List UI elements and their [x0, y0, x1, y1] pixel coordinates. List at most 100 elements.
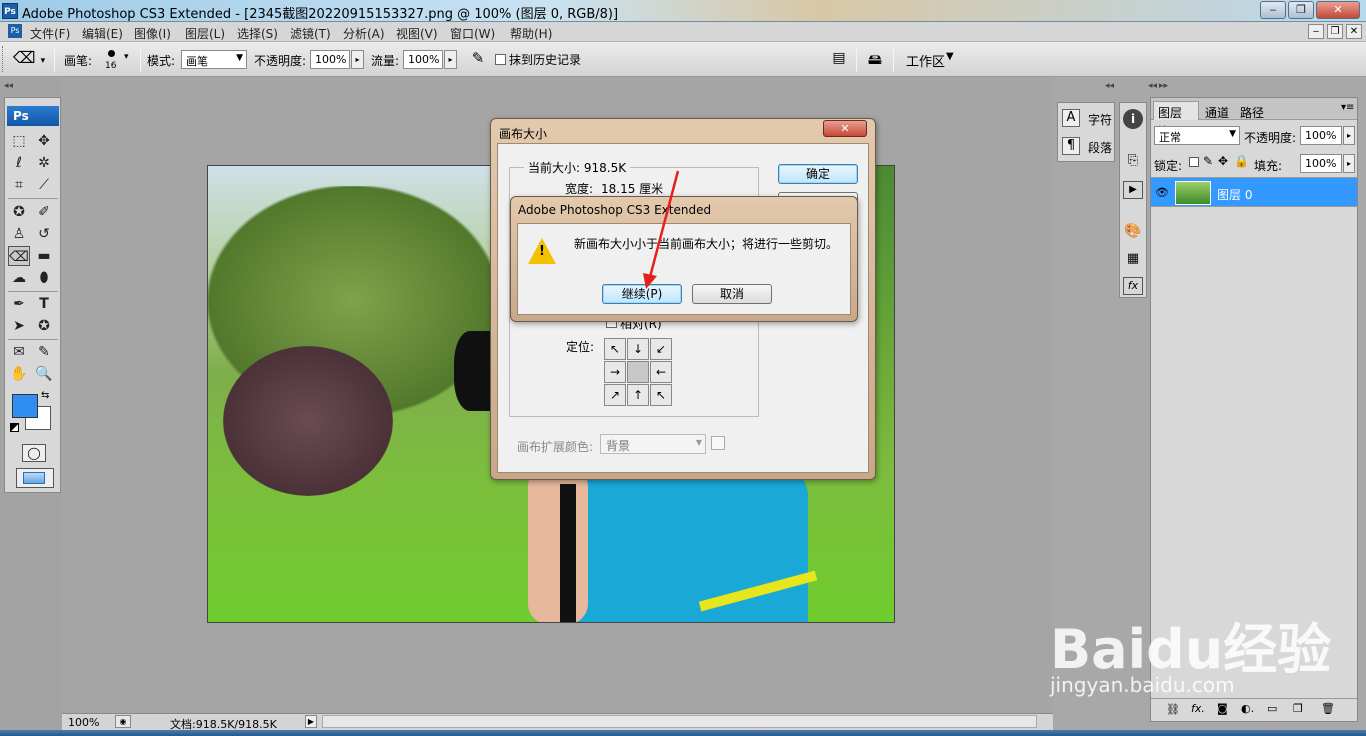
flow-slider-button[interactable]: ▸: [444, 50, 457, 69]
marquee-tool-icon[interactable]: ⬚: [8, 131, 30, 151]
zoom-preview-icon[interactable]: ◉: [115, 715, 131, 728]
layer-mask-icon[interactable]: ◙: [1217, 702, 1228, 715]
eraser-tool-icon[interactable]: ⌫: [8, 246, 30, 266]
restore-button[interactable]: ❐: [1288, 1, 1314, 19]
tab-paths[interactable]: 路径: [1240, 104, 1264, 121]
opacity-slider-button[interactable]: ▸: [351, 50, 364, 69]
minimize-button[interactable]: ‒: [1260, 1, 1286, 19]
menu-filter[interactable]: 滤镜(T): [290, 25, 331, 42]
paragraph-icon[interactable]: ¶: [1062, 137, 1080, 155]
link-layers-icon[interactable]: ⛓: [1166, 703, 1180, 716]
lock-pixels-icon[interactable]: ✎: [1203, 154, 1213, 168]
close-icon[interactable]: ✕: [823, 120, 867, 137]
collapse-arrows-icon[interactable]: ◂◂: [1105, 81, 1114, 91]
delete-layer-icon[interactable]: 🗑: [1321, 702, 1335, 715]
anchor-sw-icon[interactable]: ↗: [604, 384, 626, 406]
slice-tool-icon[interactable]: ⟋: [33, 175, 55, 195]
workspace-menu[interactable]: 工作区: [906, 51, 945, 70]
anchor-s-icon[interactable]: ↑: [627, 384, 649, 406]
doc-minimize-button[interactable]: ‒: [1308, 24, 1324, 39]
tab-channels[interactable]: 通道: [1205, 104, 1229, 121]
menu-edit[interactable]: 编辑(E): [82, 25, 123, 42]
expand-arrows-icon[interactable]: ▸▸: [1159, 81, 1168, 91]
hand-tool-icon[interactable]: ✋: [8, 364, 30, 384]
layer-style-icon[interactable]: fx.: [1191, 702, 1205, 715]
gradient-tool-icon[interactable]: ▬: [33, 246, 55, 266]
menu-select[interactable]: 选择(S): [237, 25, 278, 42]
layer-opacity-input[interactable]: 100%: [1300, 126, 1342, 145]
zoom-tool-icon[interactable]: 🔍: [33, 364, 55, 384]
history-brush-tool-icon[interactable]: ↺: [33, 224, 55, 244]
tab-layers[interactable]: 图层 ✕: [1153, 101, 1199, 135]
foreground-color-swatch[interactable]: [12, 394, 38, 418]
quick-mask-icon[interactable]: ◯: [22, 444, 46, 462]
ok-button[interactable]: 确定: [778, 164, 858, 184]
shape-tool-icon[interactable]: ✪: [33, 316, 55, 336]
lock-transparency-icon[interactable]: [1189, 157, 1199, 167]
default-colors-icon[interactable]: [10, 423, 19, 432]
adjustment-layer-icon[interactable]: ◐.: [1241, 702, 1254, 715]
eraser-tool-preset-icon[interactable]: ⌫ ▾: [12, 48, 46, 70]
airbrush-icon[interactable]: ✎: [467, 49, 489, 69]
extension-color-swatch[interactable]: [711, 436, 725, 450]
dodge-tool-icon[interactable]: ⬮: [33, 268, 55, 288]
eye-icon[interactable]: 👁: [1155, 186, 1169, 199]
anchor-se-icon[interactable]: ↖: [650, 384, 672, 406]
menu-layer[interactable]: 图层(L): [185, 25, 225, 42]
blur-tool-icon[interactable]: ☁: [8, 268, 30, 288]
fill-slider-button[interactable]: ▸: [1343, 154, 1355, 173]
options-grip[interactable]: [2, 46, 6, 72]
clone-stamp-tool-icon[interactable]: ♙: [8, 224, 30, 244]
fill-input[interactable]: 100%: [1300, 154, 1342, 173]
doc-restore-button[interactable]: ❐: [1327, 24, 1343, 39]
menu-window[interactable]: 窗口(W): [450, 25, 495, 42]
new-layer-icon[interactable]: ❐: [1293, 702, 1303, 715]
mode-select[interactable]: 画笔 ▼: [181, 50, 247, 69]
new-group-icon[interactable]: ▭: [1267, 702, 1277, 715]
menu-help[interactable]: 帮助(H): [510, 25, 552, 42]
actions-icon[interactable]: ▶: [1123, 181, 1143, 199]
move-tool-icon[interactable]: ✥: [33, 131, 55, 151]
info-icon[interactable]: i: [1123, 109, 1143, 129]
brush-tool-icon[interactable]: ✐: [33, 202, 55, 222]
alert-cancel-button[interactable]: 取消: [692, 284, 772, 304]
screen-mode-button[interactable]: [16, 468, 54, 488]
swap-colors-icon[interactable]: ⇆: [41, 390, 49, 401]
eyedropper-tool-icon[interactable]: ✎: [33, 342, 55, 362]
styles-icon[interactable]: fx: [1123, 277, 1143, 295]
character-tab[interactable]: 字符: [1088, 111, 1112, 128]
menu-file[interactable]: 文件(F): [30, 25, 70, 42]
collapse-arrows-icon[interactable]: ◂◂: [1148, 81, 1157, 91]
erase-history-checkbox[interactable]: [495, 54, 506, 65]
character-icon[interactable]: A: [1062, 109, 1080, 127]
pen-tool-icon[interactable]: ✒: [8, 294, 30, 314]
swatches-icon[interactable]: ▦: [1123, 251, 1143, 269]
type-tool-icon[interactable]: T: [33, 294, 55, 314]
layer-row[interactable]: 👁 图层 0: [1151, 177, 1357, 207]
menu-image[interactable]: 图像(I): [134, 25, 171, 42]
anchor-n-icon[interactable]: ↓: [627, 338, 649, 360]
status-menu-arrow[interactable]: ▶: [305, 715, 317, 728]
anchor-w-icon[interactable]: →: [604, 361, 626, 383]
paragraph-tab[interactable]: 段落: [1088, 139, 1112, 156]
lock-all-icon[interactable]: 🔒: [1234, 154, 1249, 168]
notes-tool-icon[interactable]: ✉: [8, 342, 30, 362]
lasso-tool-icon[interactable]: ℓ: [8, 153, 30, 173]
anchor-center-icon[interactable]: [627, 361, 649, 383]
close-button[interactable]: ✕: [1316, 1, 1360, 19]
extension-color-select[interactable]: 背景 ▼: [600, 434, 706, 454]
lock-position-icon[interactable]: ✥: [1218, 154, 1228, 168]
healing-brush-tool-icon[interactable]: ✪: [8, 202, 30, 222]
path-selection-tool-icon[interactable]: ➤: [8, 316, 30, 336]
flow-input[interactable]: 100%: [403, 50, 443, 69]
crop-tool-icon[interactable]: ⌗: [8, 175, 30, 195]
palette-well-icon[interactable]: ▤: [830, 50, 848, 68]
anchor-e-icon[interactable]: ←: [650, 361, 672, 383]
horizontal-scrollbar[interactable]: [322, 715, 1037, 728]
anchor-nw-icon[interactable]: ↖: [604, 338, 626, 360]
zoom-level[interactable]: 100%: [68, 716, 99, 729]
panel-menu-icon[interactable]: ▾≡: [1341, 102, 1354, 113]
doc-close-button[interactable]: ✕: [1346, 24, 1362, 39]
collapse-arrows-icon[interactable]: ◂◂: [4, 81, 13, 91]
color-icon[interactable]: 🎨: [1123, 223, 1143, 243]
